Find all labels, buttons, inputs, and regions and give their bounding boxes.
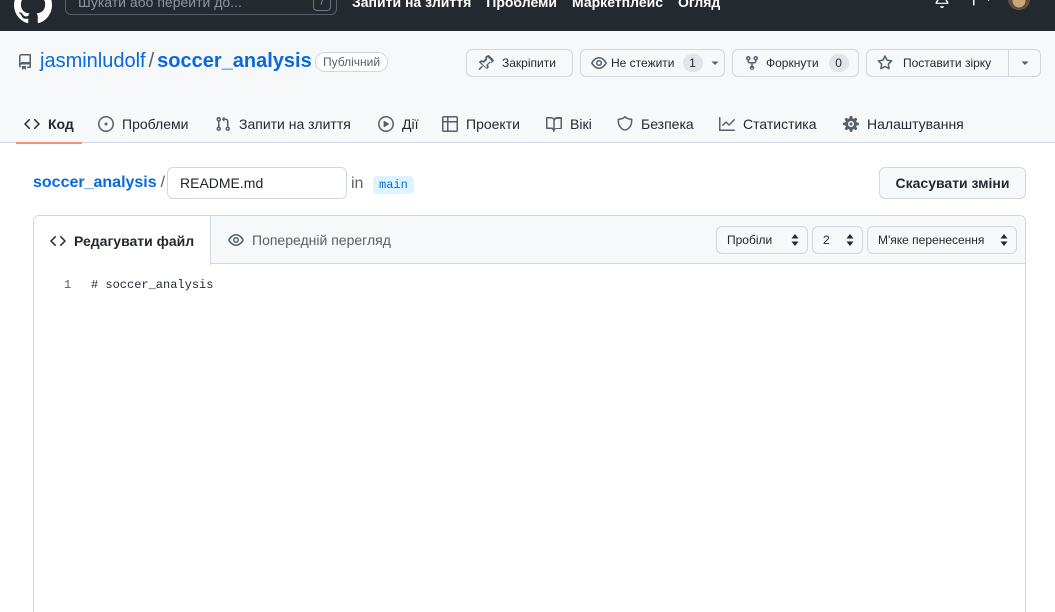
- code-icon: [24, 118, 40, 129]
- star-label: Поставити зірку: [903, 56, 992, 70]
- in-label: in: [351, 175, 364, 192]
- watch-label: Не стежити: [611, 56, 675, 70]
- tab-pull-requests[interactable]: Запити на злиття: [215, 104, 351, 143]
- eye-icon: [591, 57, 607, 69]
- indent-mode-select[interactable]: Пробіли: [716, 226, 808, 254]
- code-line[interactable]: 1 # soccer_analysis: [34, 276, 1025, 296]
- shield-icon: [617, 115, 633, 131]
- wrap-mode-value: М'яке перенесення: [878, 233, 985, 247]
- search-shortcut-key: /: [313, 0, 331, 11]
- global-search[interactable]: Шукати або перейти до... /: [65, 0, 337, 15]
- tab-pull-requests-label: Запити на злиття: [239, 115, 351, 132]
- user-avatar[interactable]: [1008, 0, 1030, 10]
- bell-icon[interactable]: [934, 0, 950, 8]
- tab-issues-label: Проблеми: [122, 115, 189, 132]
- pin-label: Закріпити: [502, 56, 556, 70]
- visibility-badge: Публічний: [315, 52, 389, 72]
- select-arrows-icon: [1000, 234, 1008, 246]
- tab-edit-file[interactable]: Редагувати файл: [34, 216, 211, 265]
- fork-count: 0: [828, 54, 849, 72]
- indent-mode-value: Пробіли: [727, 233, 773, 247]
- tab-projects-label: Проекти: [466, 115, 520, 132]
- select-arrows-icon: [791, 234, 799, 246]
- line-number: 1: [64, 278, 72, 292]
- search-placeholder: Шукати або перейти до...: [78, 0, 242, 10]
- star-icon: [877, 55, 893, 70]
- repo-owner-link[interactable]: jasminludolf: [40, 50, 146, 72]
- tab-wiki[interactable]: Вікі: [546, 104, 592, 143]
- editor-toolbar: Редагувати файл Попередній перегляд Проб…: [34, 216, 1025, 265]
- select-arrows-icon: [846, 234, 854, 246]
- breadcrumb-repo-link[interactable]: soccer_analysis: [33, 174, 157, 191]
- table-icon: [442, 115, 458, 132]
- book-icon: [546, 116, 562, 132]
- tab-insights[interactable]: Статистика: [719, 104, 817, 143]
- global-nav: Запити на злиття Проблеми Маркетплейс Ог…: [352, 0, 720, 10]
- indent-size-select[interactable]: 2: [812, 226, 863, 254]
- tab-code[interactable]: Код: [16, 104, 82, 144]
- breadcrumb-separator: /: [160, 174, 166, 191]
- file-editor: Редагувати файл Попередній перегляд Проб…: [33, 215, 1026, 612]
- tab-issues[interactable]: Проблеми: [98, 104, 188, 143]
- fork-label: Форкнути: [766, 56, 819, 70]
- eye-icon: [228, 234, 244, 246]
- pin-button[interactable]: Закріпити: [466, 49, 573, 77]
- fork-icon: [746, 55, 758, 71]
- tab-settings[interactable]: Налаштування: [843, 104, 964, 143]
- watch-count: 1: [682, 54, 703, 72]
- repo-name-link[interactable]: soccer_analysis: [157, 50, 312, 72]
- caret-down-icon: [1021, 61, 1028, 65]
- tab-security-label: Безпека: [641, 115, 694, 132]
- repo-title-separator: /: [148, 50, 155, 72]
- repo-title: jasminludolf / soccer_analysis: [40, 50, 312, 73]
- tab-actions[interactable]: Дії: [378, 104, 418, 143]
- tab-settings-label: Налаштування: [867, 115, 964, 132]
- branch-name-badge: main: [373, 176, 414, 194]
- fork-button[interactable]: Форкнути 0: [732, 49, 859, 77]
- nav-explore[interactable]: Огляд: [678, 0, 720, 10]
- watch-button[interactable]: Не стежити 1: [580, 49, 725, 77]
- tab-security[interactable]: Безпека: [617, 104, 694, 143]
- line-content[interactable]: # soccer_analysis: [91, 278, 213, 292]
- wrap-mode-select[interactable]: М'яке перенесення: [867, 226, 1017, 254]
- tab-projects[interactable]: Проекти: [442, 104, 520, 143]
- nav-marketplace[interactable]: Маркетплейс: [572, 0, 663, 10]
- nav-issues[interactable]: Проблеми: [486, 0, 557, 10]
- tab-wiki-label: Вікі: [570, 115, 592, 132]
- graph-icon: [719, 116, 735, 131]
- tab-edit-file-label: Редагувати файл: [74, 232, 195, 249]
- tab-preview[interactable]: Попередній перегляд: [228, 216, 391, 264]
- gear-icon: [843, 115, 859, 132]
- indent-size-value: 2: [823, 233, 830, 247]
- code-icon: [50, 235, 66, 246]
- nav-pull-requests[interactable]: Запити на злиття: [352, 0, 471, 10]
- tab-code-label: Код: [48, 115, 74, 132]
- caret-down-icon: [711, 61, 719, 65]
- star-button[interactable]: Поставити зірку: [866, 49, 1009, 77]
- repository-header: jasminludolf / soccer_analysis Публічний З…: [0, 31, 1055, 144]
- global-header: Шукати або перейти до... / Запити на зли…: [0, 0, 1055, 31]
- filename-input[interactable]: [167, 167, 347, 199]
- play-icon: [378, 115, 394, 132]
- tab-actions-label: Дії: [402, 115, 419, 132]
- tab-insights-label: Статистика: [743, 115, 817, 132]
- pull-request-icon: [216, 116, 230, 131]
- tab-preview-label: Попередній перегляд: [252, 232, 391, 248]
- cancel-changes-button[interactable]: Скасувати зміни: [879, 167, 1026, 199]
- file-breadcrumb: soccer_analysis /: [33, 174, 165, 192]
- create-new-plus-icon[interactable]: [966, 0, 994, 8]
- repo-icon: [18, 54, 31, 70]
- issue-icon: [98, 115, 114, 132]
- github-logo-icon[interactable]: [14, 0, 52, 24]
- star-list-dropdown[interactable]: [1008, 49, 1041, 77]
- pin-icon: [478, 55, 494, 70]
